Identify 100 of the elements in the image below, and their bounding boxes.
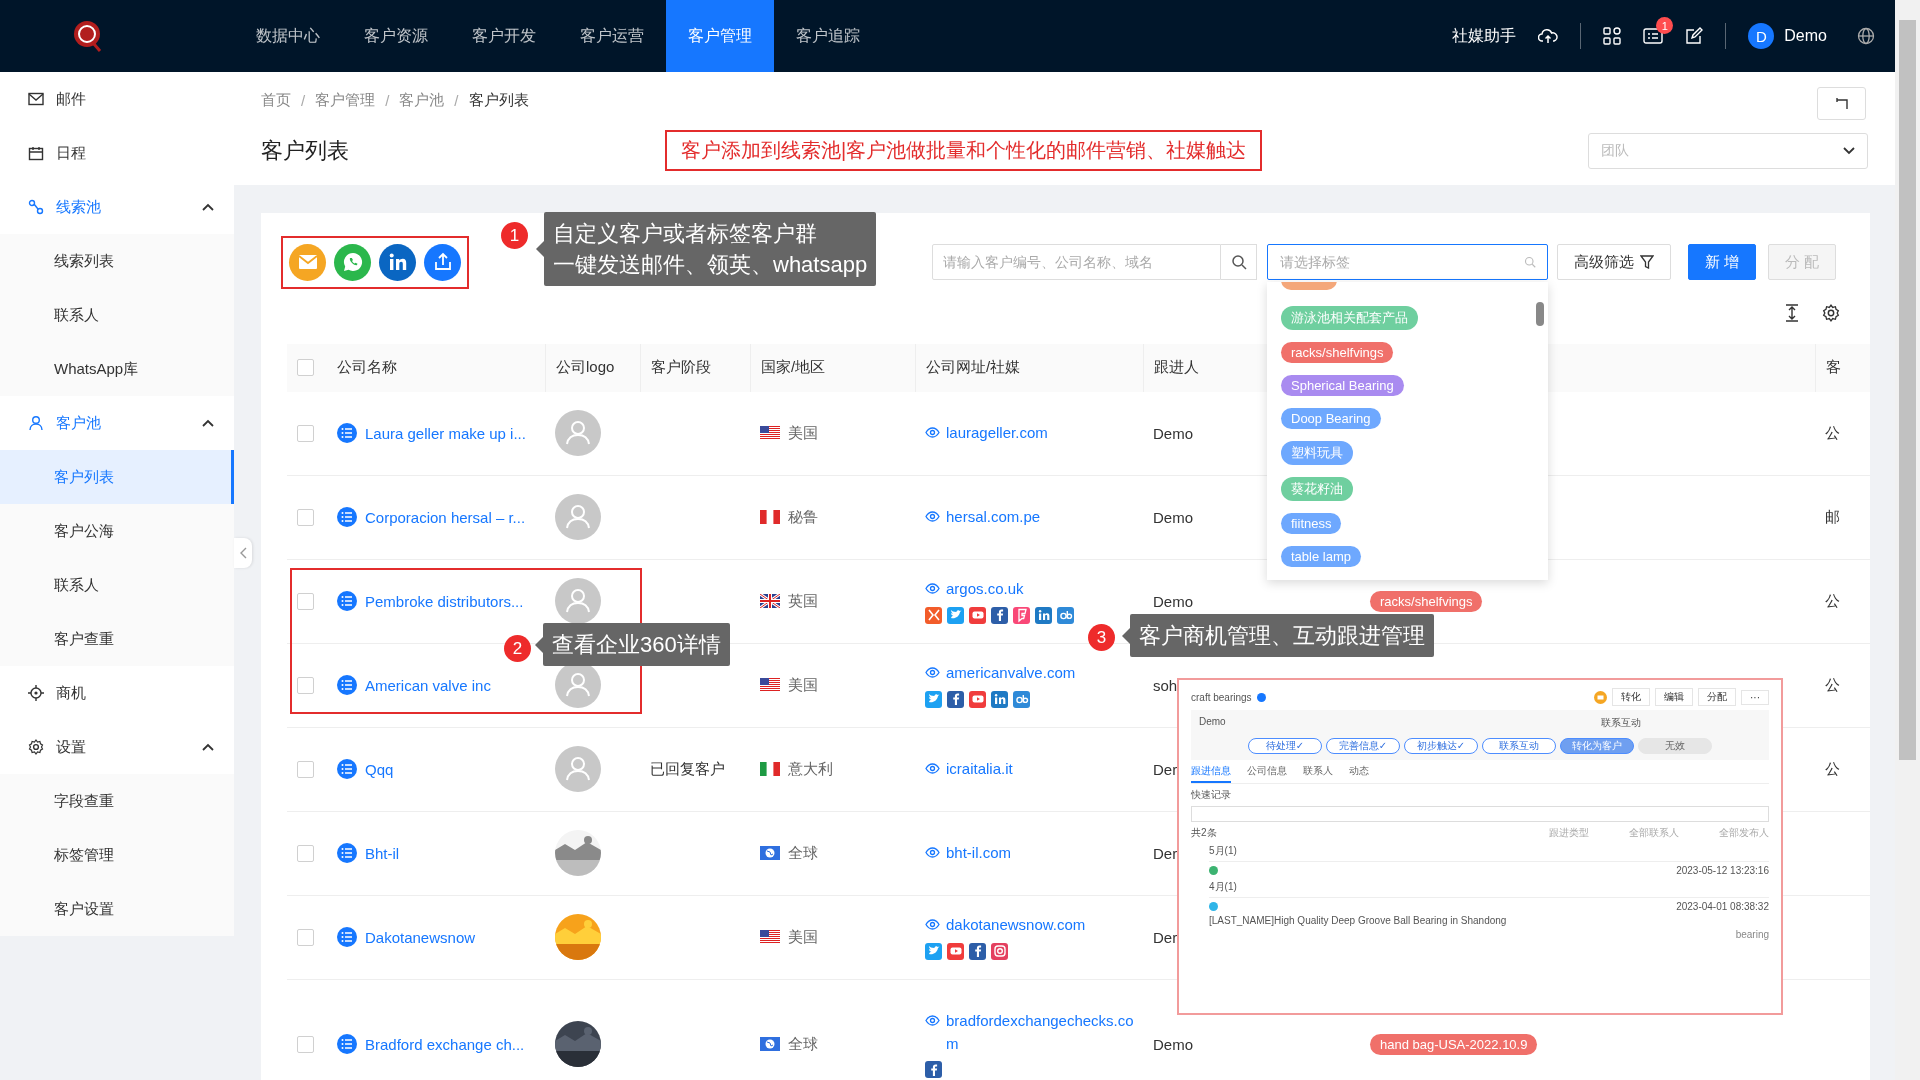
mini-tab[interactable]: 动态 xyxy=(1349,764,1369,783)
edit-icon[interactable] xyxy=(1685,27,1704,45)
facebook-icon[interactable] xyxy=(947,690,964,708)
website-link[interactable]: argos.co.uk xyxy=(925,578,1140,601)
row-height-icon[interactable] xyxy=(1784,304,1800,323)
scrollbar-thumb[interactable] xyxy=(1899,20,1916,760)
website-link[interactable]: laurageller.com xyxy=(925,421,1140,445)
company-link[interactable]: American valve inc xyxy=(365,676,491,694)
facebook-icon[interactable] xyxy=(991,606,1008,624)
tag-option[interactable]: table lamp xyxy=(1281,546,1361,567)
sidebar-subitem[interactable]: 客户公海 xyxy=(0,504,234,558)
nav-tab[interactable]: 客户开发 xyxy=(450,0,558,72)
company-link[interactable]: Laura geller make up i... xyxy=(365,424,526,442)
select-all-checkbox[interactable] xyxy=(297,359,314,377)
company-link[interactable]: Bradford exchange ch... xyxy=(365,1035,525,1053)
instagram-icon[interactable] xyxy=(991,942,1008,960)
website-link[interactable]: dakotanewsnow.com xyxy=(925,914,1140,937)
row-checkbox[interactable] xyxy=(297,424,314,442)
apps-grid-icon[interactable] xyxy=(1603,27,1622,45)
row-checkbox[interactable] xyxy=(297,1035,314,1053)
youtube-icon[interactable] xyxy=(947,942,964,960)
row-checkbox[interactable] xyxy=(297,508,314,526)
mini-tab[interactable]: 跟进信息 xyxy=(1191,764,1231,783)
whatsapp-button[interactable] xyxy=(334,243,371,281)
sidebar-subitem[interactable]: 标签管理 xyxy=(0,828,234,882)
twitter-icon[interactable] xyxy=(925,942,942,960)
scrollbar-thumb[interactable] xyxy=(1536,302,1544,326)
sidebar-item[interactable]: 邮件 xyxy=(0,72,234,126)
nav-tab[interactable]: 客户运营 xyxy=(558,0,666,72)
twitter-icon[interactable] xyxy=(947,606,964,624)
sidebar-item[interactable]: 设置 xyxy=(0,720,234,774)
row-checkbox[interactable] xyxy=(297,592,314,610)
tag-select[interactable]: 请选择标签 xyxy=(1267,244,1548,280)
assistant-link[interactable]: 社媒助手 xyxy=(1452,25,1517,47)
website-link[interactable]: americanvalve.com xyxy=(925,662,1140,685)
tag-option[interactable]: fiitness xyxy=(1281,513,1342,534)
linkedin-icon[interactable] xyxy=(1035,606,1052,624)
sidebar-item[interactable]: 线索池 xyxy=(0,180,234,234)
mini-tab[interactable]: 公司信息 xyxy=(1247,764,1287,783)
nav-tab[interactable]: 客户追踪 xyxy=(774,0,882,72)
sidebar-item[interactable]: 日程 xyxy=(0,126,234,180)
breadcrumb-link[interactable]: 首页 xyxy=(261,90,291,110)
crunchbase-icon[interactable] xyxy=(1013,690,1030,708)
tag-option[interactable]: Doop Bearing xyxy=(1281,408,1381,429)
tag-option[interactable]: 塑料玩具 xyxy=(1281,441,1353,465)
advanced-filter-button[interactable]: 高级筛选 xyxy=(1557,244,1671,280)
youtube-icon[interactable] xyxy=(969,606,986,624)
facebook-icon[interactable] xyxy=(969,942,986,960)
tag-option[interactable]: racks/shelfvings xyxy=(1281,342,1394,363)
company-link[interactable]: Bht-il xyxy=(365,844,400,862)
company-link[interactable]: Pembroke distributors... xyxy=(365,592,524,610)
website-link[interactable]: bradfordexchangechecks.com xyxy=(925,1010,1140,1056)
row-checkbox[interactable] xyxy=(297,760,314,778)
company-link[interactable]: Qqq xyxy=(365,760,394,778)
sidebar-subitem[interactable]: 联系人 xyxy=(0,288,234,342)
task-list-icon[interactable] xyxy=(1643,27,1664,45)
sidebar-subitem[interactable]: WhatsApp库 xyxy=(0,342,234,396)
youtube-icon[interactable] xyxy=(969,690,986,708)
company-link[interactable]: Corporacion hersal – r... xyxy=(365,508,526,526)
cloud-upload-icon[interactable] xyxy=(1538,28,1559,44)
linkedin-icon[interactable] xyxy=(991,690,1008,708)
website-link[interactable]: hersal.com.pe xyxy=(925,505,1140,529)
nav-tab[interactable]: 客户资源 xyxy=(342,0,450,72)
export-button[interactable] xyxy=(424,243,461,281)
nav-tab[interactable]: 数据中心 xyxy=(234,0,342,72)
sidebar-subitem[interactable]: 客户列表 xyxy=(0,450,234,504)
facebook-icon[interactable] xyxy=(925,1061,942,1079)
search-field[interactable]: 请输入客户编号、公司名称、域名 xyxy=(932,244,1221,280)
nav-tab[interactable]: 客户管理 xyxy=(666,0,774,72)
sidebar-subitem[interactable]: 联系人 xyxy=(0,558,234,612)
tag-option[interactable]: Spherical Bearing xyxy=(1281,375,1404,396)
row-checkbox[interactable] xyxy=(297,676,314,694)
foursquare-icon[interactable] xyxy=(1013,606,1030,624)
collapse-panel-button[interactable] xyxy=(1817,87,1866,120)
sidebar-item[interactable]: 商机 xyxy=(0,666,234,720)
breadcrumb-link[interactable]: 客户管理 xyxy=(315,90,376,110)
user-name[interactable]: Demo xyxy=(1784,27,1827,45)
row-checkbox[interactable] xyxy=(297,844,314,862)
breadcrumb-link[interactable]: 客户池 xyxy=(399,90,445,110)
company-link[interactable]: Dakotanewsnow xyxy=(365,928,476,946)
mini-tab[interactable]: 联系人 xyxy=(1303,764,1333,783)
search-button[interactable] xyxy=(1221,244,1257,280)
sidebar-subitem[interactable]: 客户设置 xyxy=(0,882,234,936)
settings-icon[interactable] xyxy=(1822,304,1840,323)
twitter-icon[interactable] xyxy=(925,690,942,708)
website-link[interactable]: icraitalia.it xyxy=(925,757,1140,781)
user-avatar[interactable]: D xyxy=(1748,23,1775,49)
website-link[interactable]: bht-il.com xyxy=(925,841,1140,865)
sidebar-subitem[interactable]: 字段查重 xyxy=(0,774,234,828)
sidebar-subitem[interactable]: 线索列表 xyxy=(0,234,234,288)
sidebar-subitem[interactable]: 客户查重 xyxy=(0,612,234,666)
row-checkbox[interactable] xyxy=(297,928,314,946)
eye-icon xyxy=(925,667,940,679)
add-button[interactable]: 新 增 xyxy=(1688,244,1757,280)
globe-icon[interactable] xyxy=(1857,27,1875,45)
xing-icon[interactable] xyxy=(925,606,942,624)
linkedin-button[interactable] xyxy=(379,243,416,281)
sidebar-item[interactable]: 客户池 xyxy=(0,396,234,450)
crunchbase-icon[interactable] xyxy=(1057,606,1074,624)
progress-step: 初步触达✓ xyxy=(1404,738,1478,754)
